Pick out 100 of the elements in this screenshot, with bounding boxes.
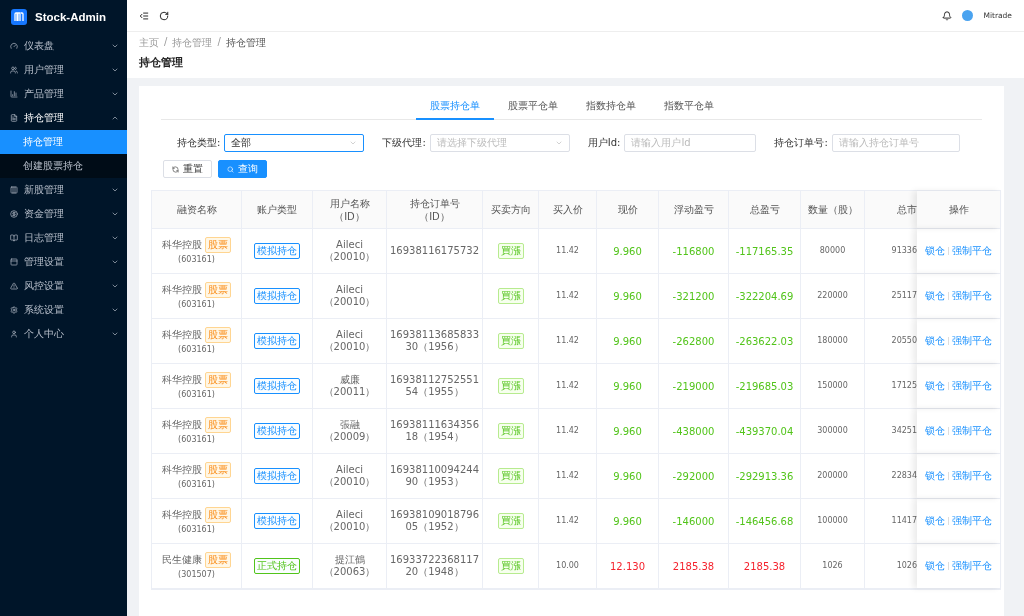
table-cell: 9.960 [613,379,642,393]
table-cell: 11.42 [556,425,579,437]
column-header: 操作 [948,203,969,216]
account-tag: 模拟持仓 [254,378,300,394]
sidebar-item[interactable]: 产品管理 [0,82,127,106]
table-cell: 9.960 [613,334,642,348]
lock-link[interactable]: 锁仓 [925,424,945,438]
force-close-link[interactable]: 强制平仓 [952,334,992,348]
table-cell: -117165.35 [735,244,794,258]
panel-icon [10,258,18,266]
sidebar-item[interactable]: 管理设置 [0,250,127,274]
sidebar-item[interactable]: 仪表盘 [0,34,127,58]
type-tag: 股票 [205,551,231,568]
force-close-link[interactable]: 强制平仓 [952,559,992,573]
table-cell-text: Aileci（20010） [322,238,377,264]
force-close-link[interactable]: 强制平仓 [952,289,992,303]
direction-tag: 買漲 [497,468,524,484]
bell-icon[interactable] [942,10,953,21]
brand-name: Stock-Admin [35,11,106,23]
sidebar-item[interactable]: 风控设置 [0,274,127,298]
breadcrumb-separator: / [164,36,168,49]
lock-link[interactable]: 锁仓 [925,244,945,258]
lock-link[interactable]: 锁仓 [925,379,945,393]
submenu-item[interactable]: 创建股票持仓 [0,154,127,178]
table-cell: 1693811368583330（1956） [389,329,480,353]
lock-link[interactable]: 锁仓 [925,559,945,573]
table-cell: 2185.38 [743,559,786,573]
select-field[interactable]: 全部 [224,134,365,152]
breadcrumb-item: 持仓管理 [225,36,266,50]
stock-code: (603161) [178,344,215,356]
column-header: 账户类型 [257,203,297,216]
search-button[interactable]: 查询 [218,160,267,178]
direction-tag: 買漲 [497,288,524,304]
table-cell: 91336 [891,245,917,257]
table-cell: -219000 [672,379,715,393]
search-icon [227,165,234,173]
table-cell: 16938116175732 [389,245,480,257]
table-cell: 11.42 [556,245,579,257]
tab[interactable]: 股票平仓单 [493,94,572,120]
sidebar-item[interactable]: 资金管理 [0,202,127,226]
tab[interactable]: 指数平仓单 [649,94,728,120]
coin-icon [10,210,18,218]
sidebar-item[interactable]: 用户管理 [0,58,127,82]
account-tag: 模拟持仓 [254,468,300,484]
account-tag: 模拟持仓 [254,243,300,259]
direction-tag: 買漲 [497,558,524,574]
stock-name: 科华控股 [162,463,202,477]
sidebar-item[interactable]: 日志管理 [0,226,127,250]
page-title: 持仓管理 [139,55,184,70]
lock-link[interactable]: 锁仓 [925,289,945,303]
breadcrumb-item[interactable]: 主页 [139,36,159,50]
direction-tag: 買漲 [497,378,524,394]
table-cell: 2185.38 [672,559,715,573]
chevron-icon [111,114,119,122]
force-close-link[interactable]: 强制平仓 [952,379,992,393]
select-field[interactable]: 请选择下级代理 [429,134,570,152]
type-tag: 股票 [205,416,231,433]
sidebar-item[interactable]: 新股管理 [0,178,127,202]
table-cell: 11.42 [556,470,579,482]
stock-name: 科华控股 [162,373,202,387]
column-header: 浮动盈亏 [673,203,714,216]
settings-icon [10,306,18,314]
submenu-item[interactable]: 持仓管理 [0,130,127,154]
stock-name: 科华控股 [162,508,202,522]
sidebar-item[interactable]: 个人中心 [0,322,127,346]
table-cell: 11.42 [556,380,579,392]
type-tag: 股票 [205,281,231,298]
force-close-link[interactable]: 强制平仓 [952,514,992,528]
menu-icon[interactable] [139,10,149,21]
lock-link[interactable]: 锁仓 [925,514,945,528]
table-cell-text: Aileci（20010） [322,328,377,354]
filter-label: 下级代理: [382,136,426,150]
force-close-link[interactable]: 强制平仓 [952,424,992,438]
tab[interactable]: 指数持仓单 [571,94,650,120]
refresh-icon[interactable] [159,10,169,21]
table-cell: 11.42 [556,290,579,302]
table-cell: 12.130 [610,559,645,573]
table-cell: 9.960 [613,469,642,483]
force-close-link[interactable]: 强制平仓 [952,244,992,258]
input-field[interactable]: 请输入用户Id [624,134,757,152]
sidebar-item[interactable]: 持仓管理 [0,106,127,130]
avatar[interactable] [962,10,974,21]
stock-name: 民生健康 [162,553,202,567]
table-cell: 100000 [817,515,848,527]
table-cell: 180000 [817,335,848,347]
filter-label: 用户Id: [587,136,621,150]
sidebar-item[interactable]: 系统设置 [0,298,127,322]
lock-link[interactable]: 锁仓 [925,469,945,483]
reset-button[interactable]: 重置 [163,160,212,178]
account-tag: 模拟持仓 [254,423,300,439]
lock-link[interactable]: 锁仓 [925,334,945,348]
table-cell: -322204.69 [735,289,794,303]
tab[interactable]: 股票持仓单 [415,94,494,120]
breadcrumb-item[interactable]: 持仓管理 [172,36,213,50]
force-close-link[interactable]: 强制平仓 [952,469,992,483]
chevron-icon [111,186,119,194]
table-cell: -219685.03 [735,379,794,393]
type-tag: 股票 [205,326,231,343]
column-header: 用户名称（ID） [328,196,371,223]
table-cell: -438000 [672,424,715,438]
